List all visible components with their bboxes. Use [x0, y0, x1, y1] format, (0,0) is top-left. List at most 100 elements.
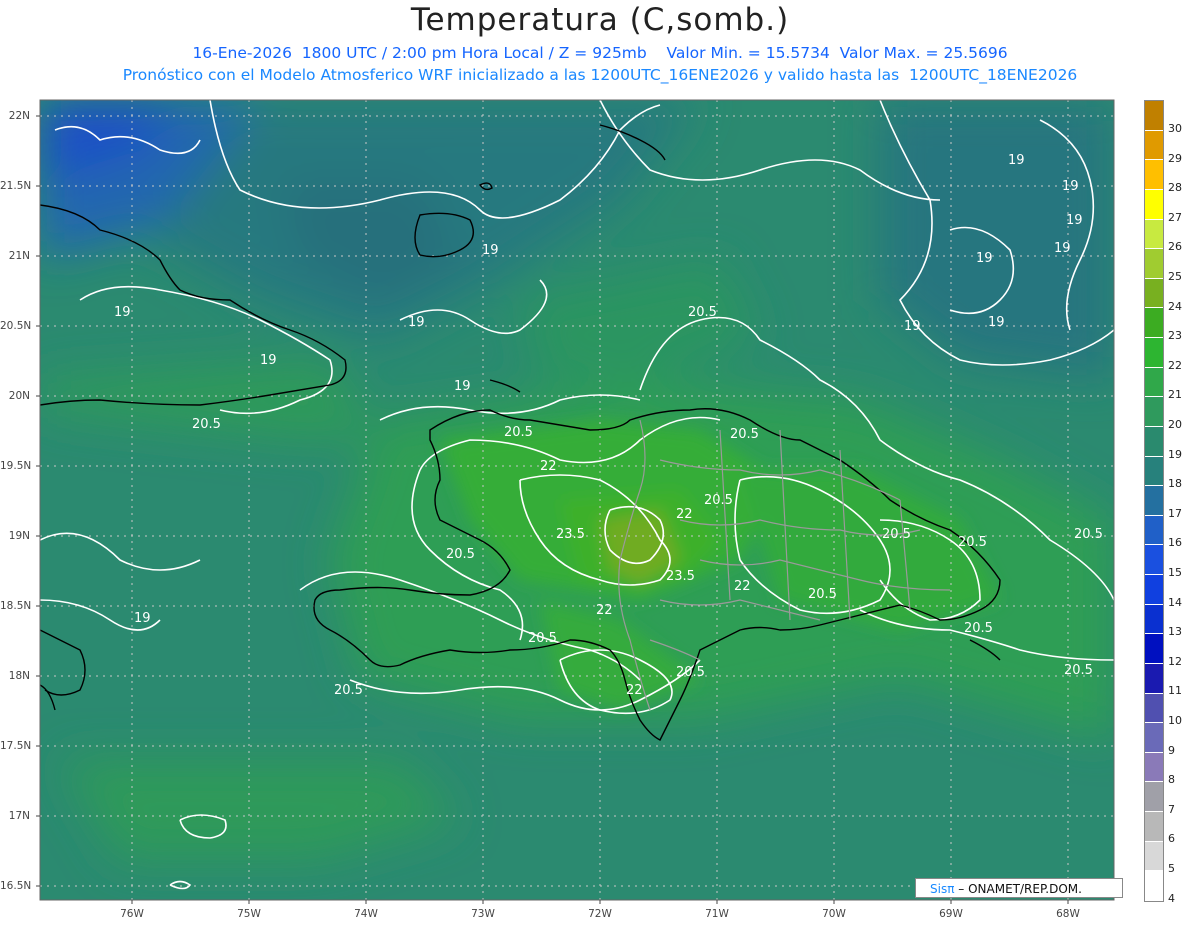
contour-label: 19	[976, 251, 993, 266]
colorbar-label: 7	[1168, 802, 1175, 816]
contour-label: 20.5	[528, 631, 557, 646]
lat-label: 17.5N	[0, 740, 32, 752]
colorbar-swatch	[1145, 249, 1163, 279]
colorbar-swatch	[1145, 338, 1163, 368]
colorbar-swatch	[1145, 367, 1163, 398]
lat-label: 16.5N	[0, 880, 32, 892]
colorbar-label: 17	[1168, 506, 1182, 520]
contour-label: 19	[1008, 153, 1025, 168]
colorbar-swatch	[1145, 486, 1163, 516]
colorbar-swatch	[1145, 782, 1163, 812]
colorbar-swatch	[1145, 515, 1163, 546]
contour-label: 19	[454, 379, 471, 394]
colorbar-label: 9	[1168, 743, 1175, 757]
colorbar-swatch	[1145, 604, 1163, 635]
contour-label: 20.5	[192, 417, 221, 432]
contour-label: 19	[114, 305, 131, 320]
map-svg: 19 19 19 19 19 19 19 19 19 19 19 19 19 2…	[36, 99, 1115, 904]
contour-label: 23.5	[666, 569, 695, 584]
lon-label: 69W	[939, 908, 963, 920]
credit-org: – ONAMET/REP.DOM.	[958, 882, 1082, 896]
lon-label: 74W	[354, 908, 378, 920]
colorbar-swatch	[1145, 308, 1163, 338]
colorbar-swatch	[1145, 189, 1163, 220]
colorbar-swatch	[1145, 130, 1163, 161]
lon-label: 68W	[1056, 908, 1080, 920]
lat-label: 19.5N	[0, 460, 32, 472]
lat-label: 20.5N	[0, 320, 32, 332]
colorbar-label: 29	[1168, 151, 1182, 165]
colorbar-swatch	[1145, 397, 1163, 427]
colorbar-swatch	[1145, 575, 1163, 605]
contour-label: 20.5	[1064, 663, 1093, 678]
colorbar-label: 24	[1168, 299, 1182, 313]
colorbar-label: 16	[1168, 536, 1182, 550]
contour-label: 20.5	[730, 427, 759, 442]
contour-label: 19	[482, 243, 499, 258]
colorbar-label: 5	[1168, 862, 1175, 875]
colorbar-label: 20	[1168, 418, 1182, 431]
colorbar-label: 30	[1168, 122, 1182, 135]
contour-label: 22	[626, 683, 643, 698]
colorbar-label: 27	[1168, 210, 1182, 224]
colorbar-swatch	[1145, 663, 1163, 694]
colorbar-swatch	[1145, 841, 1163, 872]
colorbar-swatch	[1145, 160, 1163, 190]
colorbar-label: 12	[1168, 654, 1182, 668]
colorbar-swatch	[1145, 693, 1163, 724]
lat-label: 21.5N	[0, 180, 32, 192]
colorbar-swatch	[1145, 634, 1163, 664]
lon-label: 76W	[120, 908, 144, 920]
contour-label: 20.5	[882, 527, 911, 542]
colorbar-swatch	[1145, 101, 1163, 131]
lat-label: 21N	[8, 250, 30, 262]
colorbar-label: 26	[1168, 240, 1182, 254]
colorbar-label: 13	[1168, 625, 1182, 639]
lon-label: 75W	[237, 908, 261, 920]
contour-label: 19	[408, 315, 425, 330]
colorbar-label: 19	[1168, 447, 1182, 461]
credit-box: Sisπ – ONAMET/REP.DOM.	[915, 878, 1123, 898]
contour-label: 23.5	[556, 527, 585, 542]
colorbar-swatch	[1145, 812, 1163, 842]
lat-label: 20N	[8, 390, 30, 402]
lat-label: 18.5N	[0, 600, 32, 612]
colorbar-swatch	[1145, 871, 1163, 901]
contour-label: 20.5	[688, 305, 717, 320]
colorbar-label: 8	[1168, 773, 1175, 787]
contour-label: 20.5	[958, 535, 987, 550]
colorbar-label: 15	[1168, 566, 1182, 579]
contour-label: 22	[596, 603, 613, 618]
contour-label: 20.5	[504, 425, 533, 440]
lon-label: 72W	[588, 908, 612, 920]
contour-label: 19	[134, 611, 151, 626]
contour-label: 22	[540, 459, 557, 474]
lat-label: 18N	[8, 670, 30, 682]
colorbar-swatch	[1145, 456, 1163, 487]
credit-pi: π	[947, 882, 955, 896]
colorbar-label: 6	[1168, 832, 1175, 846]
colorbar-label: 11	[1168, 684, 1182, 698]
contour-label: 20.5	[446, 547, 475, 562]
colorbar-label: 22	[1168, 358, 1182, 372]
lat-label: 22N	[8, 110, 30, 122]
colorbar-label: 23	[1168, 329, 1182, 343]
contour-label: 19	[1054, 241, 1071, 256]
colorbar-label: 4	[1168, 891, 1175, 905]
colorbar-swatch	[1145, 278, 1163, 309]
colorbar-swatch	[1145, 545, 1163, 575]
contour-label: 20.5	[334, 683, 363, 698]
contour-label: 20.5	[1074, 527, 1103, 542]
credit-sis: Sis	[930, 882, 948, 896]
contour-label: 19	[1066, 213, 1083, 228]
lon-label: 71W	[705, 908, 729, 920]
contour-label: 20.5	[964, 621, 993, 636]
colorbar-swatch	[1145, 426, 1163, 457]
contour-label: 19	[1062, 179, 1079, 194]
contour-label: 19	[988, 315, 1005, 330]
contour-label: 20.5	[808, 587, 837, 602]
colorbar-label: 18	[1168, 477, 1182, 491]
lon-label: 70W	[822, 908, 846, 920]
contour-label: 22	[734, 579, 751, 594]
colorbar-swatch	[1145, 219, 1163, 250]
